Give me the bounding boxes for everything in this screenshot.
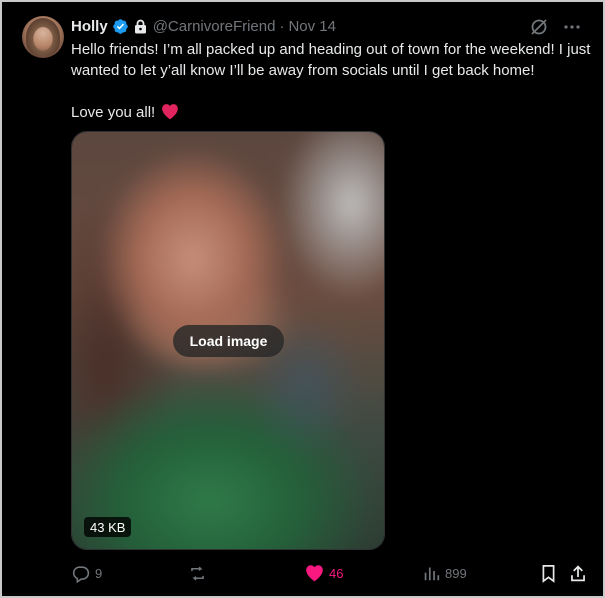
tweet-text-paragraph-1: Hello friends! I’m all packed up and hea… (71, 41, 591, 79)
author-name[interactable]: Holly (71, 18, 108, 35)
tweet-text-paragraph-2-text: Love you all! (71, 104, 156, 121)
tweet-media[interactable]: Load image 43 KB (71, 131, 385, 550)
share-button[interactable] (569, 562, 587, 584)
heart-filled-icon (305, 564, 324, 582)
top-right-actions (529, 17, 581, 37)
tweet-header: Holly @CarnivoreFriend · Nov 14 (71, 16, 336, 36)
repost-icon (188, 564, 207, 583)
tweet-date[interactable]: Nov 14 (288, 18, 336, 35)
more-dots-icon[interactable] (563, 18, 581, 36)
view-count: 899 (445, 565, 467, 581)
verified-badge-icon (112, 18, 129, 35)
red-heart-emoji-icon (161, 103, 179, 126)
reply-count: 9 (95, 565, 103, 581)
repost-button[interactable] (188, 562, 212, 584)
tweet-text: Hello friends! I’m all packed up and hea… (71, 39, 591, 126)
grok-icon[interactable] (529, 17, 549, 37)
avatar[interactable] (22, 16, 64, 58)
bookmark-button[interactable] (540, 562, 557, 584)
separator-dot: · (279, 17, 285, 35)
share-icon (569, 564, 587, 583)
tweet-card: Holly @CarnivoreFriend · Nov 14 Hello fr… (0, 0, 605, 598)
image-size-badge: 43 KB (84, 517, 132, 537)
reply-icon (71, 564, 90, 583)
tweet-text-paragraph-2: Love you all! (71, 102, 591, 126)
lock-icon (134, 19, 147, 34)
reply-button[interactable]: 9 (71, 562, 102, 584)
bookmark-icon (540, 564, 557, 583)
like-button[interactable]: 46 (305, 562, 343, 584)
tweet-actions: 9 46 899 (71, 562, 591, 584)
like-count: 46 (329, 565, 344, 581)
views-button[interactable]: 899 (423, 562, 467, 584)
load-image-button[interactable]: Load image (173, 325, 284, 357)
author-handle[interactable]: @CarnivoreFriend (153, 18, 276, 35)
views-chart-icon (423, 565, 440, 582)
